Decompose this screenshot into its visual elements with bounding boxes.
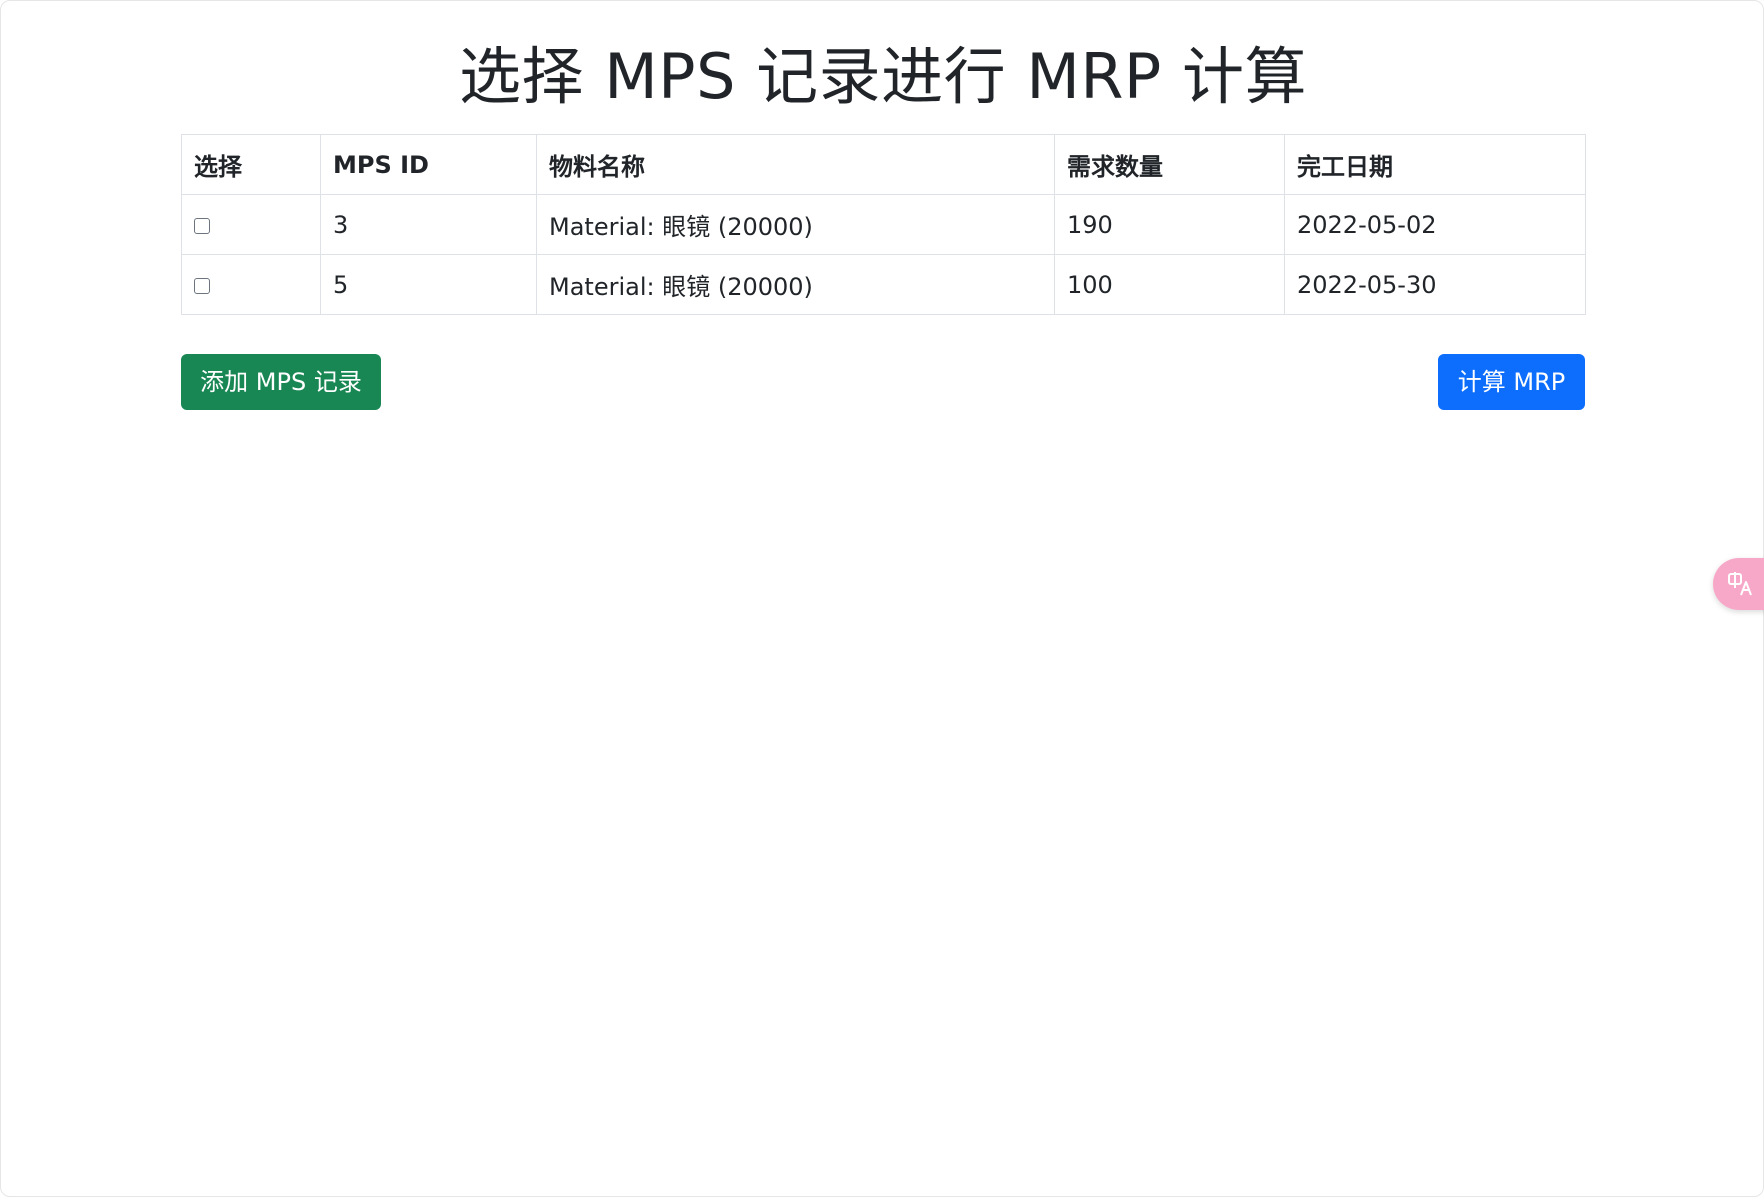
translate-icon [1727,571,1755,597]
due-date-cell: 2022-05-02 [1284,194,1586,255]
add-mps-record-button[interactable]: 添加 MPS 记录 [181,354,381,410]
header-mps-id: MPS ID [320,134,537,195]
select-cell [181,254,321,315]
page-title: 选择 MPS 记录进行 MRP 计算 [458,40,1308,113]
row-select-checkbox[interactable] [194,217,210,234]
table-row: 3 Material: 眼镜 (20000) 190 2022-05-02 [181,194,1586,255]
material-name-cell: Material: 眼镜 (20000) [536,254,1055,315]
header-quantity: 需求数量 [1054,134,1285,195]
table-row: 5 Material: 眼镜 (20000) 100 2022-05-30 [181,254,1586,315]
table-header-row: 选择 MPS ID 物料名称 需求数量 完工日期 [181,134,1586,195]
quantity-cell: 190 [1054,194,1285,255]
due-date-cell: 2022-05-30 [1284,254,1586,315]
select-cell [181,194,321,255]
translate-floating-button[interactable] [1713,558,1764,610]
calculate-mrp-button[interactable]: 计算 MRP [1438,354,1585,410]
page: 选择 MPS 记录进行 MRP 计算 选择 MPS ID 物料名称 需求数量 完… [0,0,1764,1197]
header-due-date: 完工日期 [1284,134,1586,195]
mps-id-cell: 3 [320,194,537,255]
header-select: 选择 [181,134,321,195]
header-material-name: 物料名称 [536,134,1055,195]
quantity-cell: 100 [1054,254,1285,315]
mps-table: 选择 MPS ID 物料名称 需求数量 完工日期 3 Material: 眼镜 … [181,134,1586,315]
mps-id-cell: 5 [320,254,537,315]
row-select-checkbox[interactable] [194,277,210,294]
material-name-cell: Material: 眼镜 (20000) [536,194,1055,255]
